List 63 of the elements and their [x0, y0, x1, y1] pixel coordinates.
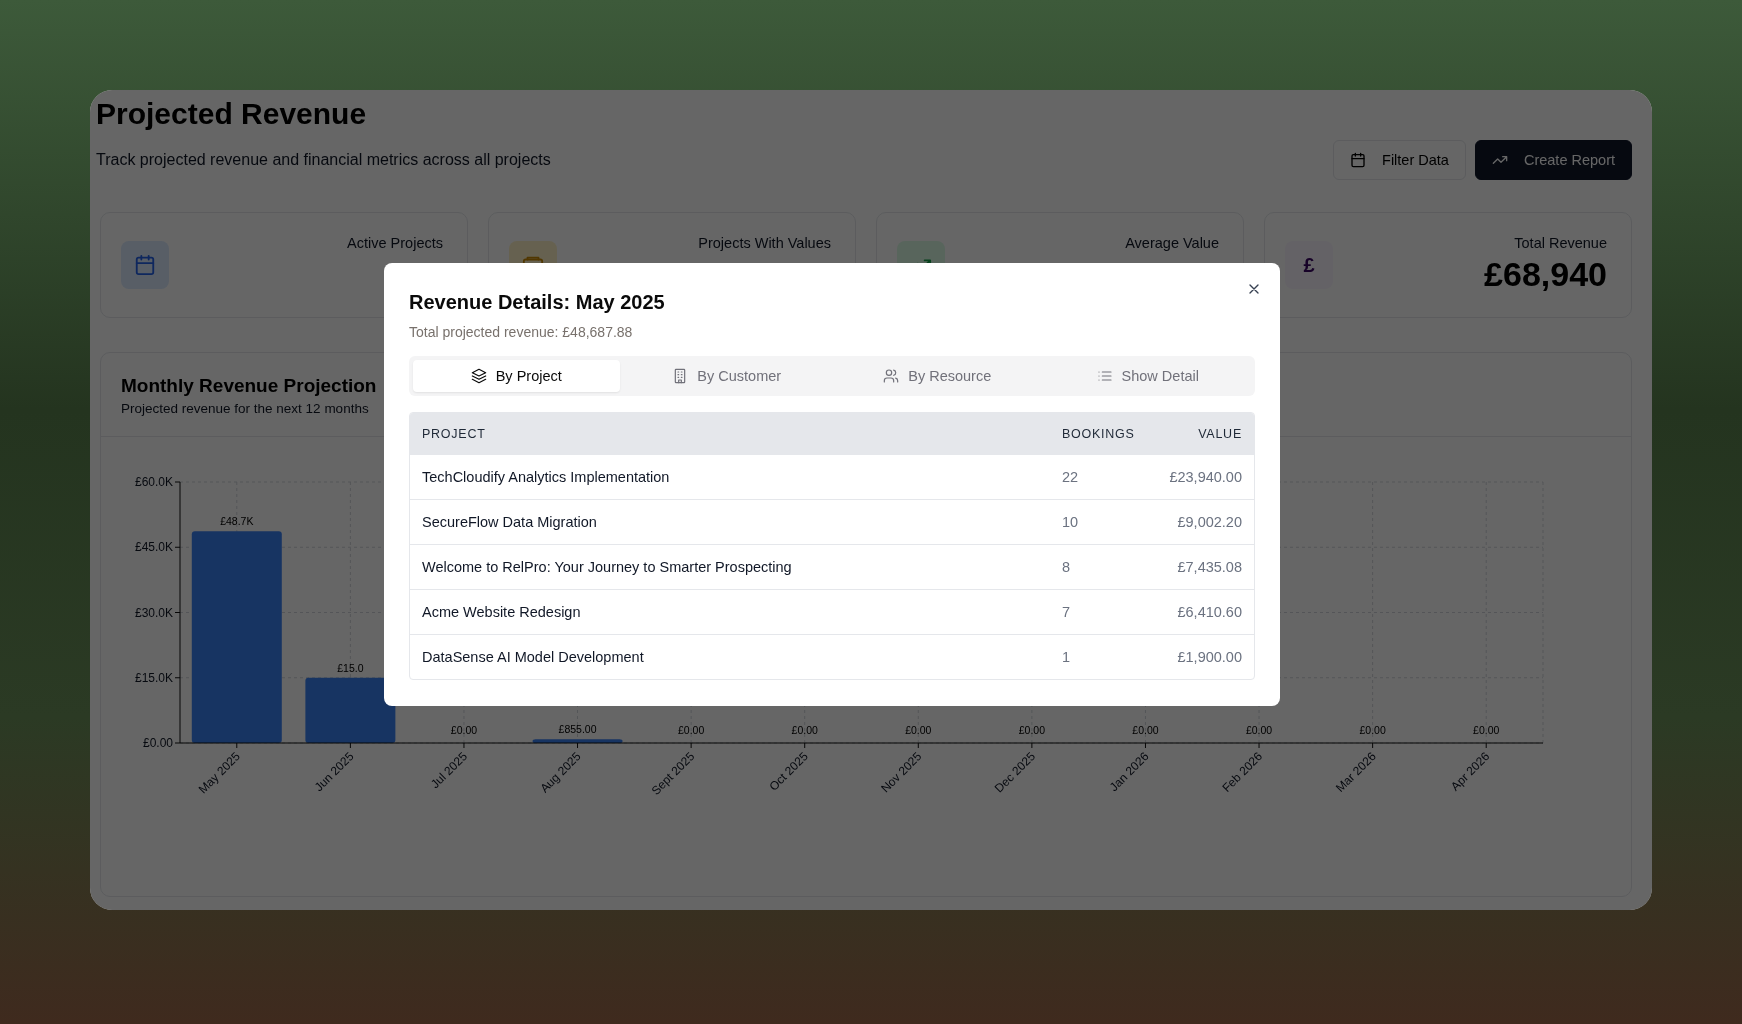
table-cell-text: £6,410.60 [1176, 604, 1242, 620]
table-row[interactable]: TechCloudify Analytics Implementation 22 £23,940.00 [410, 454, 1254, 499]
bar-value-label: £855.00 [558, 723, 597, 736]
y-tick-label: £15.0K [134, 670, 173, 685]
column-header: VALUE [1197, 426, 1242, 441]
table-cell-text: Acme Website Redesign [422, 604, 582, 620]
bar-value-label: £48.7K [220, 515, 254, 528]
stat-label: Projects With Values [698, 235, 831, 251]
page-title: Projected Revenue [96, 96, 368, 132]
tab[interactable]: By Resource [834, 360, 1041, 392]
y-tick-label: £45.0K [134, 540, 173, 555]
tab[interactable]: By Project [413, 360, 620, 392]
bar-value-label: £0.00 [1018, 724, 1045, 736]
bar-value-label: £0.00 [1359, 724, 1386, 736]
table-cell-text: £9,002.20 [1176, 514, 1242, 530]
column-header: BOOKINGS [1062, 426, 1136, 441]
bar-value-label: £0.00 [1473, 724, 1500, 736]
table-row[interactable]: DataSense AI Model Development 1 £1,900.00 [410, 634, 1254, 679]
table-cell-text: £23,940.00 [1168, 469, 1242, 485]
chart-title: Monthly Revenue Projection [121, 375, 377, 397]
table-row[interactable]: Welcome to RelPro: Your Journey to Smarter Prospecting 8 £7,435.08 [410, 544, 1254, 589]
bar-value-label: £15.0 [337, 661, 364, 674]
create-report-button[interactable]: Create Report [1474, 140, 1632, 180]
dialog-title: Revenue Details: May 2025 [409, 291, 666, 314]
table-cell-text: 10 [1062, 514, 1080, 530]
users-icon [883, 368, 900, 384]
stat-label: Total Revenue [1514, 235, 1607, 251]
table-cell-text: 7 [1062, 604, 1072, 620]
bar-value-label: £0.00 [1132, 724, 1159, 736]
table-cell-text: £7,435.08 [1176, 559, 1242, 575]
table-row[interactable]: SecureFlow Data Migration 10 £9,002.20 [410, 499, 1254, 544]
filter-button[interactable]: Filter Data [1333, 140, 1466, 180]
stat-label: Average Value [1125, 235, 1219, 251]
layers-icon [470, 368, 487, 384]
tab[interactable]: Show Detail [1044, 360, 1251, 392]
bar-value-label: £0.00 [450, 724, 478, 736]
table-cell-text: Welcome to RelPro: Your Journey to Smarter Prospecting [422, 559, 793, 575]
table-cell-text: TechCloudify Analytics Implementation [422, 469, 671, 485]
bar-value-label: £0.00 [905, 724, 932, 736]
tab[interactable]: By Customer [623, 360, 830, 392]
calendar-icon [1350, 152, 1367, 168]
bar-value-label: £0.00 [678, 724, 705, 736]
calendar-icon [121, 241, 169, 289]
pound-icon: £ [1285, 241, 1333, 289]
table-cell-text: 1 [1062, 649, 1072, 665]
table-row[interactable]: Acme Website Redesign 7 £6,410.60 [410, 589, 1254, 634]
table-cell-text: 8 [1062, 559, 1072, 575]
y-tick-label: £30.0K [134, 605, 173, 620]
y-tick-label: £60.0K [134, 475, 173, 489]
bar-value-label: £0.00 [1245, 724, 1273, 736]
page-subtitle: Track projected revenue and financial metrics across all projects [96, 151, 551, 169]
table-cell-text: £1,900.00 [1176, 649, 1242, 665]
table-cell-text: SecureFlow Data Migration [422, 514, 598, 530]
chart-subtitle: Projected revenue for the next 12 months [121, 401, 369, 416]
table-cell-text: DataSense AI Model Development [422, 649, 645, 665]
stat-value: £68,940 [1484, 255, 1607, 294]
chart-bar[interactable] [305, 677, 396, 743]
dialog-subtitle: Total projected revenue: £48,687.88 [409, 324, 634, 340]
column-header: PROJECT [422, 426, 487, 441]
bar-value-label: £0.00 [791, 724, 818, 736]
y-tick-label: £0.00 [142, 736, 173, 750]
table-cell-text: 22 [1062, 469, 1080, 485]
stat-label: Active Projects [347, 235, 443, 251]
